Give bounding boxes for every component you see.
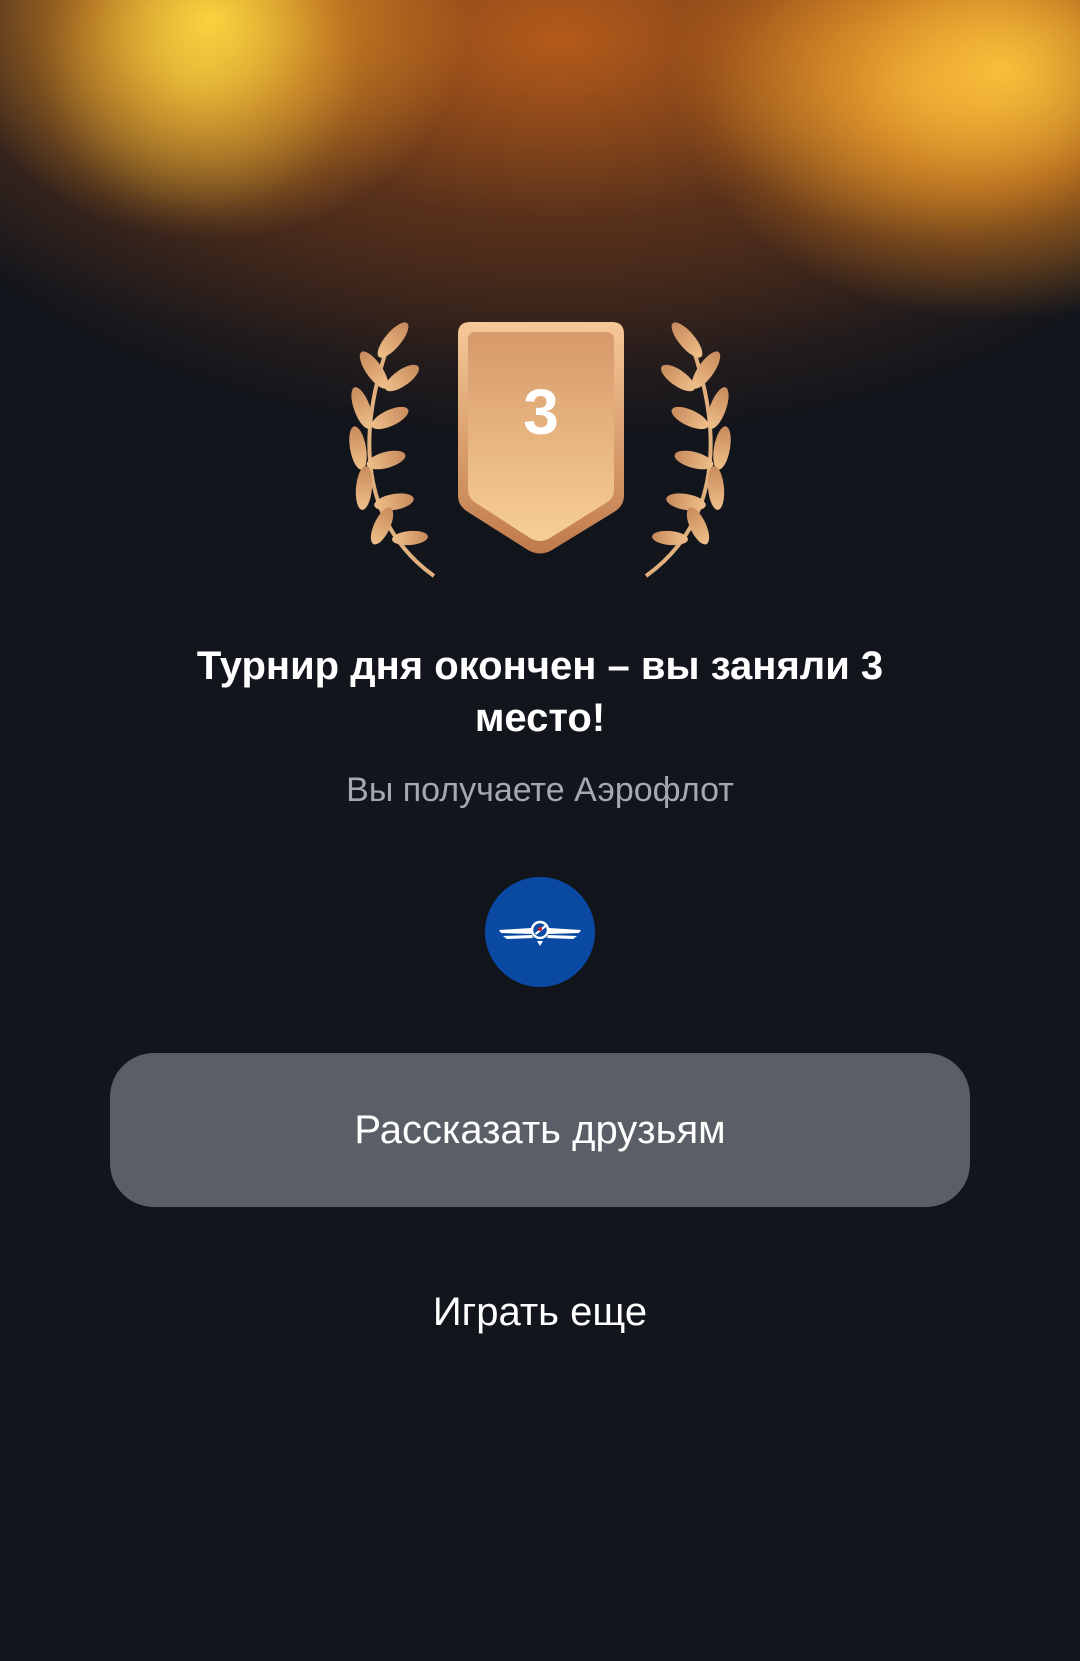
background-glow-left [40, 0, 360, 220]
result-title: Турнир дня окончен – вы заняли 3 место! [196, 644, 884, 740]
share-with-friends-button[interactable]: Рассказать друзьям [110, 1053, 970, 1207]
play-again-button[interactable]: Играть еще [340, 1280, 740, 1344]
laurel-left-icon [349, 322, 436, 578]
tournament-result-screen: 3 Турнир дня окончен – вы заняли 3 место… [0, 0, 1080, 1661]
award-graphic: 3 [349, 322, 731, 578]
aeroflot-logo-icon [485, 877, 595, 987]
reward-subtitle: Вы получаете Аэрофлот [346, 771, 734, 809]
place-number: 3 [523, 376, 559, 448]
laurel-right-icon [644, 322, 731, 578]
third-place-award: 3 [330, 300, 750, 580]
background-glow-right [700, 0, 1080, 240]
